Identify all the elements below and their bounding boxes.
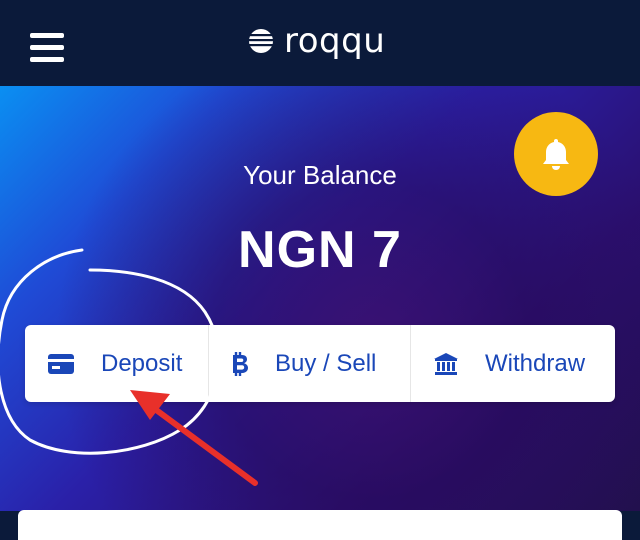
- roqqu-globe-logo: [248, 29, 274, 53]
- card-icon: [48, 353, 74, 374]
- bank-icon: [434, 352, 458, 375]
- withdraw-label: Withdraw: [485, 349, 586, 377]
- wallet-actions: Deposit Buy / Sell Withdraw: [25, 325, 615, 402]
- balance-value: NGN 7: [238, 221, 402, 279]
- buy-sell-label: Buy / Sell: [275, 349, 377, 377]
- roqqu-logo: roqqu: [248, 21, 386, 61]
- deposit-label: Deposit: [101, 349, 183, 377]
- buy-sell-button[interactable]: Buy / Sell: [208, 325, 410, 402]
- bitcoin-icon: [233, 351, 248, 376]
- logo-text: roqqu: [284, 21, 386, 61]
- withdraw-button[interactable]: Withdraw: [410, 325, 615, 402]
- balance-label: Your Balance: [243, 160, 397, 190]
- hamburger-menu-icon[interactable]: [30, 33, 64, 63]
- deposit-button[interactable]: Deposit: [25, 325, 208, 402]
- top-app-bar: roqqu: [0, 0, 640, 86]
- content-card: [18, 510, 622, 540]
